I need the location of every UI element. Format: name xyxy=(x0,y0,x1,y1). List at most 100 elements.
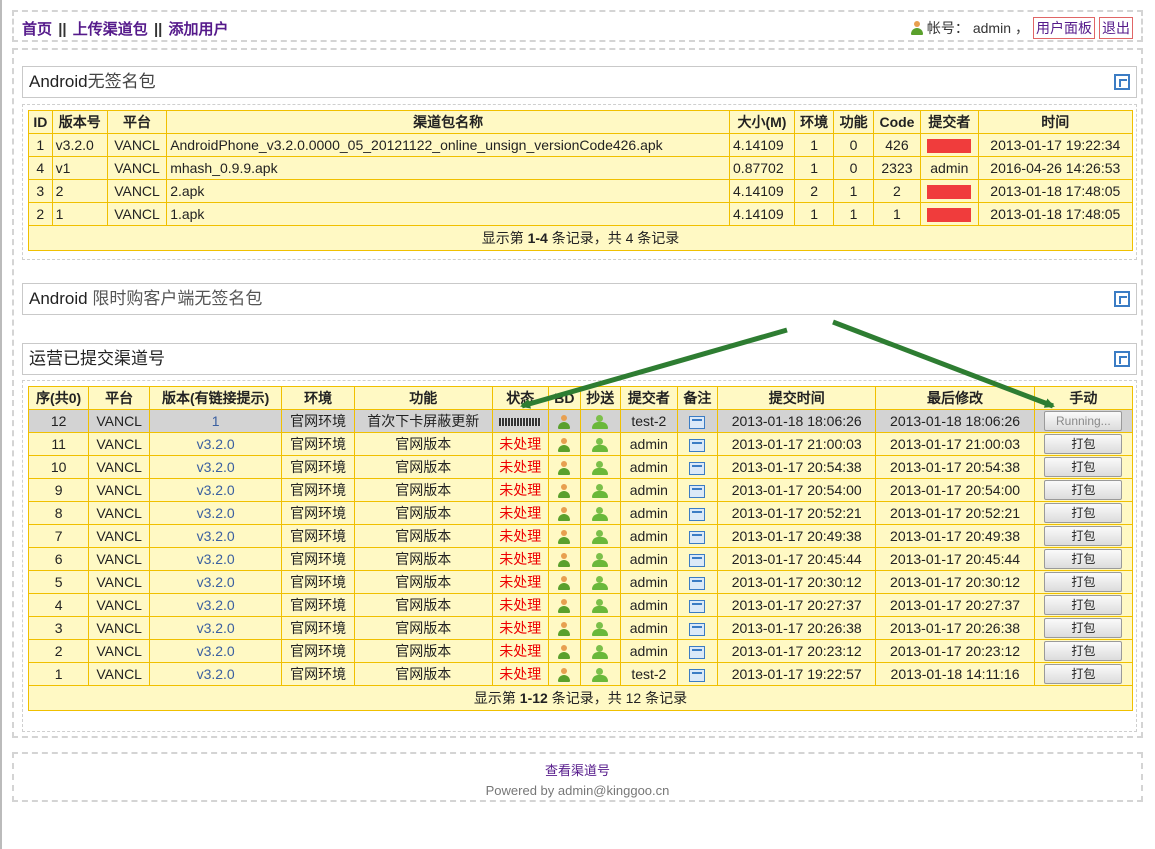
cc-people-icon[interactable] xyxy=(592,461,609,476)
package-button[interactable]: 打包 xyxy=(1044,641,1123,661)
cell-version[interactable]: v3.2.0 xyxy=(149,662,283,686)
cell-version[interactable]: v3.2.0 xyxy=(149,455,283,479)
panel-toggle-icon[interactable] xyxy=(1114,291,1130,307)
cell-bd xyxy=(548,455,581,479)
cell-status: 未处理 xyxy=(491,570,550,594)
logout-link[interactable]: 退出 xyxy=(1099,17,1133,39)
note-icon[interactable] xyxy=(689,484,706,498)
note-icon[interactable] xyxy=(689,553,706,567)
cell-modified: 2013-01-17 20:26:38 xyxy=(875,616,1035,640)
note-icon[interactable] xyxy=(689,645,706,659)
cc-people-icon[interactable] xyxy=(592,438,609,453)
note-icon[interactable] xyxy=(689,622,706,636)
note-icon[interactable] xyxy=(689,668,706,682)
cc-people-icon[interactable] xyxy=(592,507,609,522)
bd-person-icon[interactable] xyxy=(558,507,571,522)
panel-toggle-icon[interactable] xyxy=(1114,351,1130,367)
cell-func: 官网版本 xyxy=(353,593,493,617)
package-button[interactable]: 打包 xyxy=(1044,526,1123,546)
cell-version: 2 xyxy=(51,179,108,203)
nav-home-link[interactable]: 首页 xyxy=(22,21,52,38)
cell-time: 2013-01-18 17:48:05 xyxy=(977,202,1134,226)
cc-people-icon[interactable] xyxy=(592,530,609,545)
running-button[interactable]: Running... xyxy=(1044,411,1123,431)
cell-package-name[interactable]: 2.apk xyxy=(166,179,731,203)
table-row: 7 VANCL v3.2.0 官网环境 官网版本 未处理 admin 2013-01-17 2… xyxy=(27,524,1134,548)
package-button[interactable]: 打包 xyxy=(1044,664,1123,684)
note-icon[interactable] xyxy=(689,576,706,590)
nav-upload-link[interactable]: 上传渠道包 xyxy=(73,21,148,38)
cell-version[interactable]: v3.2.0 xyxy=(149,524,283,548)
cell-code: 1 xyxy=(872,202,922,226)
bd-person-icon[interactable] xyxy=(558,668,571,683)
cell-version[interactable]: v3.2.0 xyxy=(149,547,283,571)
cell-func: 官网版本 xyxy=(353,524,493,548)
bd-person-icon[interactable] xyxy=(558,530,571,545)
cell-action: 打包 xyxy=(1033,593,1134,617)
nav-add-user-link[interactable]: 添加用户 xyxy=(169,21,229,38)
cell-platform: VANCL xyxy=(88,524,151,548)
note-icon[interactable] xyxy=(689,415,706,429)
cell-bd xyxy=(548,478,581,502)
view-channels-link[interactable]: 查看渠道号 xyxy=(545,763,610,778)
cell-no: 8 xyxy=(27,501,90,525)
cell-env: 官网环境 xyxy=(281,639,355,663)
cell-platform: VANCL xyxy=(88,570,151,594)
cell-func: 首次下卡屏蔽更新 xyxy=(353,409,493,433)
package-button[interactable]: 打包 xyxy=(1044,549,1123,569)
bd-person-icon[interactable] xyxy=(558,484,571,499)
cell-version[interactable]: v3.2.0 xyxy=(149,593,283,617)
package-button[interactable]: 打包 xyxy=(1044,595,1123,615)
cell-submit-time: 2013-01-17 20:26:38 xyxy=(717,616,877,640)
cell-size: 4.14109 xyxy=(729,179,795,203)
cc-people-icon[interactable] xyxy=(592,599,609,614)
cell-version[interactable]: v3.2.0 xyxy=(149,639,283,663)
cell-package-name[interactable]: 1.apk xyxy=(166,202,731,226)
bd-person-icon[interactable] xyxy=(558,599,571,614)
package-button[interactable]: 打包 xyxy=(1044,572,1123,592)
package-button[interactable]: 打包 xyxy=(1044,457,1123,477)
cell-version[interactable]: v3.2.0 xyxy=(149,616,283,640)
cc-people-icon[interactable] xyxy=(592,668,609,683)
cell-action: 打包 xyxy=(1033,570,1134,594)
note-icon[interactable] xyxy=(689,530,706,544)
window-edge xyxy=(0,0,2,849)
cell-version[interactable]: v3.2.0 xyxy=(149,570,283,594)
column-header: 平台 xyxy=(106,110,168,134)
note-icon[interactable] xyxy=(689,438,706,452)
cell-action: Running... xyxy=(1033,409,1134,433)
note-icon[interactable] xyxy=(689,599,706,613)
bd-person-icon[interactable] xyxy=(558,461,571,476)
cell-submitter: admin xyxy=(620,593,678,617)
panel-title-prefix: Android xyxy=(29,72,88,91)
bd-person-icon[interactable] xyxy=(558,553,571,568)
bd-person-icon[interactable] xyxy=(558,622,571,637)
bd-person-icon[interactable] xyxy=(558,576,571,591)
note-icon[interactable] xyxy=(689,507,706,521)
cell-version[interactable]: v3.2.0 xyxy=(149,478,283,502)
package-button[interactable]: 打包 xyxy=(1044,503,1123,523)
bd-person-icon[interactable] xyxy=(558,438,571,453)
note-icon[interactable] xyxy=(689,461,706,475)
bd-person-icon[interactable] xyxy=(558,415,571,430)
cc-people-icon[interactable] xyxy=(592,576,609,591)
cc-people-icon[interactable] xyxy=(592,415,609,430)
bd-person-icon[interactable] xyxy=(558,645,571,660)
panel-toggle-icon[interactable] xyxy=(1114,74,1130,90)
package-button[interactable]: 打包 xyxy=(1044,434,1123,454)
cell-package-name[interactable]: AndroidPhone_v3.2.0.0000_05_20121122_onl… xyxy=(166,133,731,157)
cc-people-icon[interactable] xyxy=(592,622,609,637)
cc-people-icon[interactable] xyxy=(592,484,609,499)
cell-version[interactable]: v3.2.0 xyxy=(149,501,283,525)
user-panel-link[interactable]: 用户面板 xyxy=(1033,17,1095,39)
column-header: 环境 xyxy=(793,110,835,134)
cell-version[interactable]: v3.2.0 xyxy=(149,432,283,456)
cell-version[interactable]: 1 xyxy=(149,409,283,433)
cc-people-icon[interactable] xyxy=(592,645,609,660)
cc-people-icon[interactable] xyxy=(592,553,609,568)
package-button[interactable]: 打包 xyxy=(1044,480,1123,500)
cell-bd xyxy=(548,639,581,663)
package-button[interactable]: 打包 xyxy=(1044,618,1123,638)
cell-submitter: admin xyxy=(620,501,678,525)
cell-package-name[interactable]: mhash_0.9.9.apk xyxy=(166,156,731,180)
